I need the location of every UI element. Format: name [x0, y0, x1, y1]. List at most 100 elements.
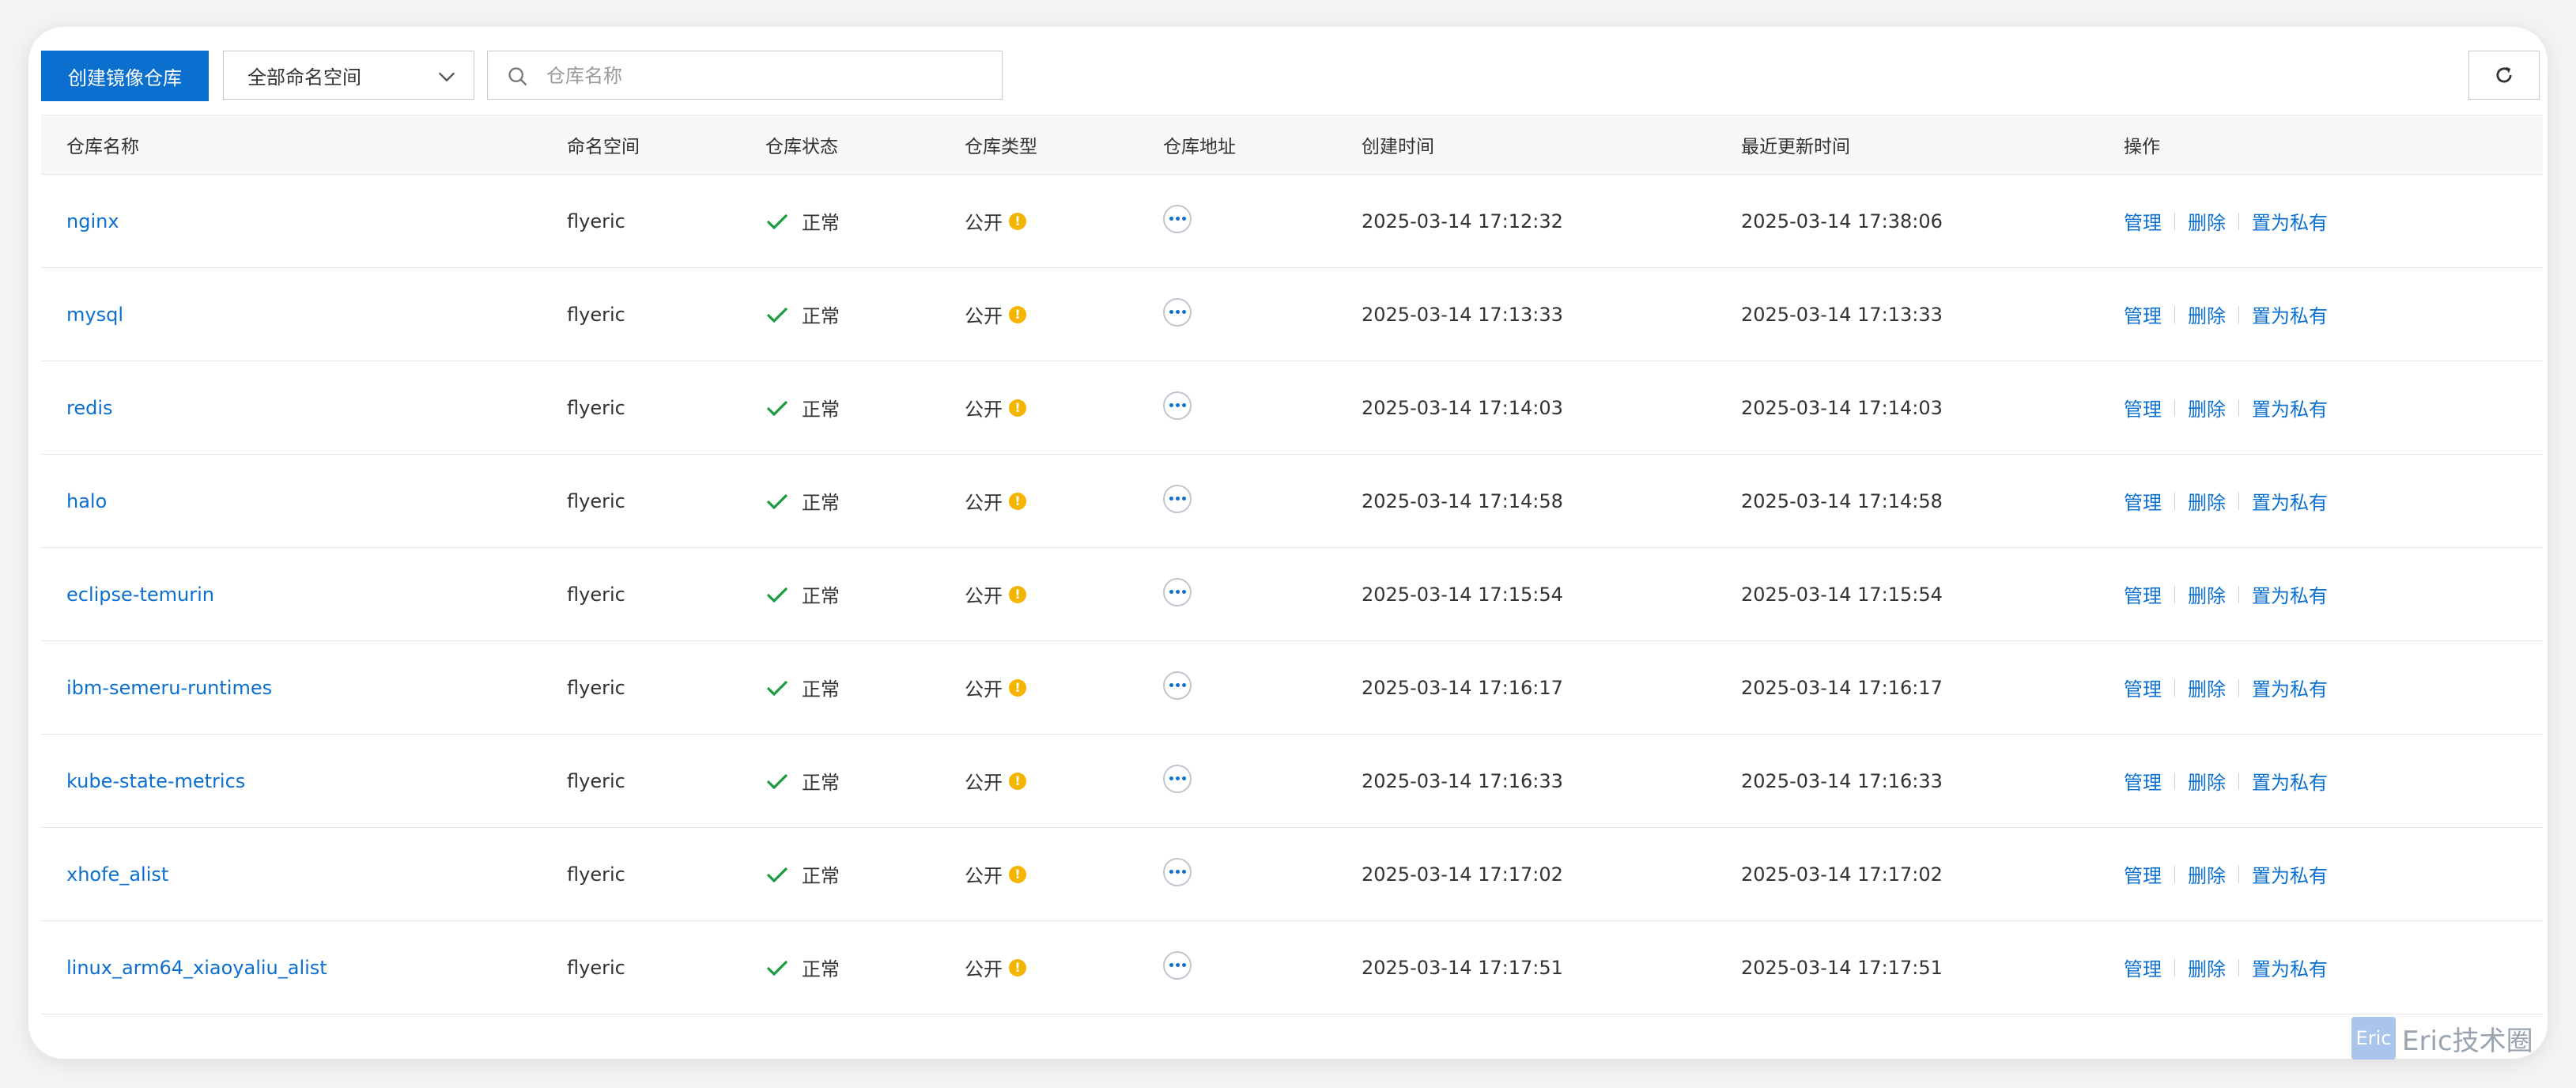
- updated-time: 2025-03-14 17:15:54: [1741, 583, 1943, 606]
- table-row: nginx flyeric 正常 公开 ! 2025-03-14 17:12:3…: [41, 175, 2543, 268]
- namespace-text: flyeric: [567, 863, 625, 886]
- make-private-link[interactable]: 置为私有: [2252, 580, 2328, 608]
- refresh-button[interactable]: [2468, 51, 2540, 100]
- more-icon[interactable]: [1163, 671, 1192, 700]
- toolbar: 创建镜像仓库 全部命名空间: [41, 51, 2544, 101]
- make-private-link[interactable]: 置为私有: [2252, 954, 2328, 981]
- status-text: 正常: [802, 492, 840, 514]
- manage-link[interactable]: 管理: [2124, 954, 2162, 981]
- more-icon[interactable]: [1163, 391, 1192, 420]
- create-repository-button[interactable]: 创建镜像仓库: [41, 51, 209, 101]
- delete-link[interactable]: 删除: [2188, 580, 2226, 608]
- type-text: 公开: [965, 678, 1003, 701]
- more-icon[interactable]: [1163, 484, 1192, 513]
- divider: [2174, 305, 2175, 323]
- more-icon[interactable]: [1163, 577, 1192, 606]
- updated-time: 2025-03-14 17:17:51: [1741, 956, 1943, 979]
- manage-link[interactable]: 管理: [2124, 767, 2162, 795]
- delete-link[interactable]: 删除: [2188, 767, 2226, 795]
- divider: [2238, 492, 2239, 510]
- manage-link[interactable]: 管理: [2124, 207, 2162, 235]
- header-address: 仓库地址: [1163, 137, 1236, 157]
- manage-link[interactable]: 管理: [2124, 580, 2162, 608]
- repo-name-link[interactable]: redis: [66, 397, 113, 419]
- created-time: 2025-03-14 17:12:32: [1362, 210, 1563, 232]
- namespace-select[interactable]: 全部命名空间: [223, 51, 474, 100]
- updated-time: 2025-03-14 17:14:03: [1741, 396, 1943, 419]
- namespace-select-value: 全部命名空间: [247, 66, 361, 89]
- created-time: 2025-03-14 17:13:33: [1362, 303, 1563, 326]
- repo-name-link[interactable]: linux_arm64_xiaoyaliu_alist: [66, 957, 327, 979]
- manage-link[interactable]: 管理: [2124, 674, 2162, 701]
- divider: [2238, 678, 2239, 697]
- delete-link[interactable]: 删除: [2188, 300, 2226, 328]
- divider: [2238, 865, 2239, 883]
- warning-icon: !: [1009, 678, 1026, 697]
- manage-link[interactable]: 管理: [2124, 487, 2162, 515]
- type-text: 公开: [965, 212, 1003, 234]
- more-icon[interactable]: [1163, 297, 1192, 327]
- check-icon: [766, 307, 788, 323]
- status-text: 正常: [802, 305, 840, 327]
- manage-link[interactable]: 管理: [2124, 300, 2162, 328]
- make-private-link[interactable]: 置为私有: [2252, 767, 2328, 795]
- type-text: 公开: [965, 399, 1003, 421]
- repo-name-link[interactable]: nginx: [66, 210, 119, 232]
- search-icon: [508, 67, 527, 86]
- more-icon[interactable]: [1163, 764, 1192, 793]
- table-row: redis flyeric 正常 公开 ! 2025-03-14 17:14:0…: [41, 361, 2543, 455]
- delete-link[interactable]: 删除: [2188, 954, 2226, 981]
- check-icon: [766, 680, 788, 696]
- updated-time: 2025-03-14 17:16:17: [1741, 676, 1943, 699]
- repo-name-link[interactable]: eclipse-temurin: [66, 584, 214, 606]
- updated-time: 2025-03-14 17:17:02: [1741, 863, 1943, 886]
- check-icon: [766, 493, 788, 509]
- check-icon: [766, 773, 788, 789]
- status-text: 正常: [802, 678, 840, 701]
- type-text: 公开: [965, 492, 1003, 514]
- divider: [2174, 399, 2175, 417]
- namespace-text: flyeric: [567, 769, 625, 792]
- repo-name-link[interactable]: xhofe_alist: [66, 863, 168, 886]
- type-text: 公开: [965, 865, 1003, 887]
- divider: [2174, 212, 2175, 230]
- make-private-link[interactable]: 置为私有: [2252, 207, 2328, 235]
- delete-link[interactable]: 删除: [2188, 860, 2226, 888]
- table-row: halo flyeric 正常 公开 ! 2025-03-14 17:14:58…: [41, 455, 2543, 548]
- divider: [2174, 492, 2175, 510]
- type-text: 公开: [965, 585, 1003, 607]
- header-updated: 最近更新时间: [1741, 137, 1850, 157]
- delete-link[interactable]: 删除: [2188, 674, 2226, 701]
- warning-icon: !: [1009, 772, 1026, 790]
- make-private-link[interactable]: 置为私有: [2252, 860, 2328, 888]
- repo-name-link[interactable]: mysql: [66, 304, 123, 326]
- search-input[interactable]: [545, 58, 991, 94]
- status-text: 正常: [802, 772, 840, 794]
- divider: [2238, 399, 2239, 417]
- type-text: 公开: [965, 772, 1003, 794]
- table-row: mysql flyeric 正常 公开 ! 2025-03-14 17:13:3…: [41, 268, 2543, 361]
- repo-name-link[interactable]: ibm-semeru-runtimes: [66, 677, 272, 699]
- repo-name-link[interactable]: halo: [66, 490, 107, 512]
- delete-link[interactable]: 删除: [2188, 207, 2226, 235]
- refresh-icon: [2496, 66, 2512, 83]
- repo-name-link[interactable]: kube-state-metrics: [66, 770, 245, 792]
- make-private-link[interactable]: 置为私有: [2252, 394, 2328, 421]
- namespace-text: flyeric: [567, 303, 625, 326]
- more-icon[interactable]: [1163, 950, 1192, 980]
- make-private-link[interactable]: 置为私有: [2252, 487, 2328, 515]
- manage-link[interactable]: 管理: [2124, 860, 2162, 888]
- repository-table: 仓库名称 命名空间 仓库状态 仓库类型 仓库地址 创建时间 最近更新时间 操作 …: [41, 115, 2543, 1014]
- delete-link[interactable]: 删除: [2188, 394, 2226, 421]
- header-repo-name: 仓库名称: [66, 137, 139, 157]
- divider: [2238, 305, 2239, 323]
- manage-link[interactable]: 管理: [2124, 394, 2162, 421]
- more-icon[interactable]: [1163, 857, 1192, 886]
- delete-link[interactable]: 删除: [2188, 487, 2226, 515]
- created-time: 2025-03-14 17:16:33: [1362, 769, 1563, 792]
- make-private-link[interactable]: 置为私有: [2252, 674, 2328, 701]
- more-icon[interactable]: [1163, 204, 1192, 233]
- header-status: 仓库状态: [765, 137, 838, 157]
- namespace-text: flyeric: [567, 489, 625, 512]
- make-private-link[interactable]: 置为私有: [2252, 300, 2328, 328]
